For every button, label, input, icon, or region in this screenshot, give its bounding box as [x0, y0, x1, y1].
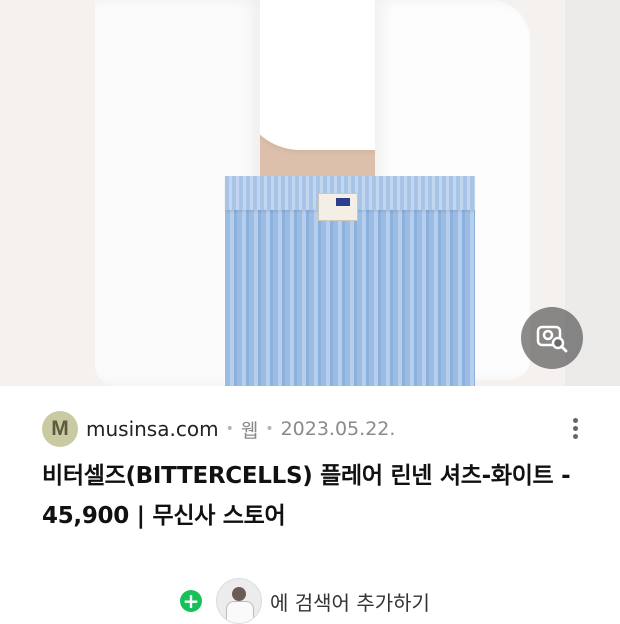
plus-circle-icon: + — [180, 590, 202, 612]
image-search-icon — [536, 325, 568, 353]
photo-label-patch — [318, 193, 358, 221]
more-vertical-icon — [561, 418, 589, 439]
result-date: 2023.05.22. — [280, 418, 396, 440]
suggestion-thumbnail — [216, 578, 262, 624]
result-source-row[interactable]: M musinsa.com • 웹 • 2023.05.22. — [42, 410, 602, 448]
add-to-search-label: 에 검색어 추가하기 — [270, 590, 430, 615]
more-options-button[interactable] — [561, 418, 589, 442]
site-favicon: M — [42, 411, 78, 447]
separator-dot: • — [225, 421, 234, 437]
result-title-link[interactable]: 비터셀즈(BITTERCELLS) 플레어 린넨 셔츠-화이트 - 45,900… — [42, 456, 582, 536]
separator-dot: • — [265, 421, 274, 437]
result-image[interactable] — [0, 0, 620, 386]
result-type: 웹 — [240, 419, 259, 442]
image-search-button[interactable] — [521, 307, 583, 369]
result-domain: musinsa.com — [86, 417, 219, 441]
add-to-search-chip[interactable]: + 에 검색어 추가하기 — [180, 578, 430, 624]
